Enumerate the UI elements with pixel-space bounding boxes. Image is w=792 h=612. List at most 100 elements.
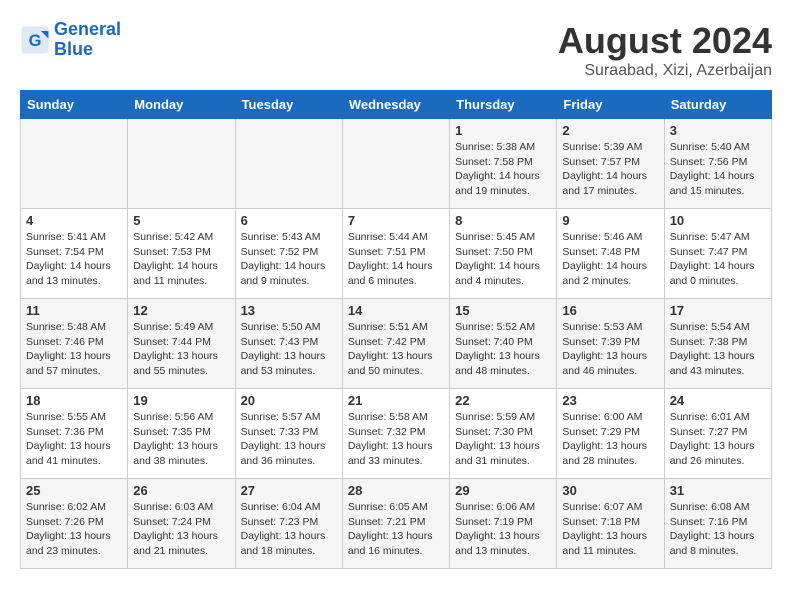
day-number: 31 [670,483,766,498]
day-number: 29 [455,483,551,498]
day-number: 11 [26,303,122,318]
day-number: 16 [562,303,658,318]
day-number: 14 [348,303,444,318]
calendar-cell: 15 Sunrise: 5:52 AMSunset: 7:40 PMDayligh… [450,299,557,389]
calendar-cell: 29 Sunrise: 6:06 AMSunset: 7:19 PMDayligh… [450,479,557,569]
calendar-cell: 27 Sunrise: 6:04 AMSunset: 7:23 PMDayligh… [235,479,342,569]
cell-text: Sunrise: 5:41 AMSunset: 7:54 PMDaylight:… [26,230,122,289]
calendar-cell: 20 Sunrise: 5:57 AMSunset: 7:33 PMDayligh… [235,389,342,479]
cell-text: Sunrise: 5:40 AMSunset: 7:56 PMDaylight:… [670,140,766,199]
calendar-cell: 24 Sunrise: 6:01 AMSunset: 7:27 PMDayligh… [664,389,771,479]
logo-general: General [54,19,121,39]
cell-text: Sunrise: 5:49 AMSunset: 7:44 PMDaylight:… [133,320,229,379]
calendar-cell: 23 Sunrise: 6:00 AMSunset: 7:29 PMDayligh… [557,389,664,479]
calendar-cell: 31Sunrise: 6:08 AMSunset: 7:16 PMDayligh… [664,479,771,569]
day-number: 10 [670,213,766,228]
day-number: 28 [348,483,444,498]
cell-text: Sunrise: 5:51 AMSunset: 7:42 PMDaylight:… [348,320,444,379]
cell-text: Sunrise: 5:53 AMSunset: 7:39 PMDaylight:… [562,320,658,379]
weekday-saturday: Saturday [664,91,771,119]
svg-text:G: G [29,32,42,50]
cell-text: Sunrise: 5:50 AMSunset: 7:43 PMDaylight:… [241,320,337,379]
calendar-cell [21,119,128,209]
calendar-cell: 7Sunrise: 5:44 AMSunset: 7:51 PMDaylight… [342,209,449,299]
cell-text: Sunrise: 6:01 AMSunset: 7:27 PMDaylight:… [670,410,766,469]
calendar-cell: 9 Sunrise: 5:46 AMSunset: 7:48 PMDaylight… [557,209,664,299]
day-number: 12 [133,303,229,318]
cell-text: Sunrise: 6:03 AMSunset: 7:24 PMDaylight:… [133,500,229,559]
day-number: 20 [241,393,337,408]
cell-text: Sunrise: 5:47 AMSunset: 7:47 PMDaylight:… [670,230,766,289]
cell-text: Sunrise: 5:43 AMSunset: 7:52 PMDaylight:… [241,230,337,289]
day-number: 2 [562,123,658,138]
cell-text: Sunrise: 5:57 AMSunset: 7:33 PMDaylight:… [241,410,337,469]
calendar-cell: 21 Sunrise: 5:58 AMSunset: 7:32 PMDayligh… [342,389,449,479]
cell-text: Sunrise: 6:02 AMSunset: 7:26 PMDaylight:… [26,500,122,559]
cell-text: Sunrise: 5:46 AMSunset: 7:48 PMDaylight:… [562,230,658,289]
calendar-cell: 22 Sunrise: 5:59 AMSunset: 7:30 PMDayligh… [450,389,557,479]
calendar-cell: 28 Sunrise: 6:05 AMSunset: 7:21 PMDayligh… [342,479,449,569]
calendar-cell: 2Sunrise: 5:39 AMSunset: 7:57 PMDaylight… [557,119,664,209]
calendar-cell: 8Sunrise: 5:45 AMSunset: 7:50 PMDaylight… [450,209,557,299]
cell-text: Sunrise: 5:44 AMSunset: 7:51 PMDaylight:… [348,230,444,289]
calendar-cell: 13 Sunrise: 5:50 AMSunset: 7:43 PMDayligh… [235,299,342,389]
cell-text: Sunrise: 6:07 AMSunset: 7:18 PMDaylight:… [562,500,658,559]
calendar-cell: 18 Sunrise: 5:55 AMSunset: 7:36 PMDayligh… [21,389,128,479]
cell-text: Sunrise: 5:55 AMSunset: 7:36 PMDaylight:… [26,410,122,469]
calendar-cell: 6Sunrise: 5:43 AMSunset: 7:52 PMDaylight… [235,209,342,299]
cell-text: Sunrise: 6:00 AMSunset: 7:29 PMDaylight:… [562,410,658,469]
weekday-tuesday: Tuesday [235,91,342,119]
day-number: 15 [455,303,551,318]
day-number: 27 [241,483,337,498]
day-number: 17 [670,303,766,318]
calendar-cell: 5Sunrise: 5:42 AMSunset: 7:53 PMDaylight… [128,209,235,299]
cell-text: Sunrise: 5:56 AMSunset: 7:35 PMDaylight:… [133,410,229,469]
weekday-thursday: Thursday [450,91,557,119]
day-number: 5 [133,213,229,228]
title-area: August 2024 Suraabad, Xizi, Azerbaijan [558,20,772,80]
calendar-table: SundayMondayTuesdayWednesdayThursdayFrid… [20,90,772,569]
calendar-cell [342,119,449,209]
logo-icon: G [20,25,50,55]
day-number: 30 [562,483,658,498]
calendar-cell: 1Sunrise: 5:38 AMSunset: 7:58 PMDaylight… [450,119,557,209]
weekday-monday: Monday [128,91,235,119]
day-number: 13 [241,303,337,318]
day-number: 22 [455,393,551,408]
weekday-friday: Friday [557,91,664,119]
calendar-cell: 11 Sunrise: 5:48 AMSunset: 7:46 PMDayligh… [21,299,128,389]
cell-text: Sunrise: 6:06 AMSunset: 7:19 PMDaylight:… [455,500,551,559]
location: Suraabad, Xizi, Azerbaijan [558,62,772,80]
calendar-cell [128,119,235,209]
day-number: 24 [670,393,766,408]
cell-text: Sunrise: 5:58 AMSunset: 7:32 PMDaylight:… [348,410,444,469]
week-row-3: 11 Sunrise: 5:48 AMSunset: 7:46 PMDayligh… [21,299,772,389]
cell-text: Sunrise: 5:54 AMSunset: 7:38 PMDaylight:… [670,320,766,379]
calendar-cell: 3 Sunrise: 5:40 AMSunset: 7:56 PMDaylight… [664,119,771,209]
cell-text: Sunrise: 6:04 AMSunset: 7:23 PMDaylight:… [241,500,337,559]
cell-text: Sunrise: 5:38 AMSunset: 7:58 PMDaylight:… [455,140,551,199]
logo-blue: Blue [54,39,93,59]
week-row-1: 1Sunrise: 5:38 AMSunset: 7:58 PMDaylight… [21,119,772,209]
cell-text: Sunrise: 5:59 AMSunset: 7:30 PMDaylight:… [455,410,551,469]
day-number: 18 [26,393,122,408]
day-number: 21 [348,393,444,408]
cell-text: Sunrise: 5:48 AMSunset: 7:46 PMDaylight:… [26,320,122,379]
day-number: 3 [670,123,766,138]
calendar-cell: 17 Sunrise: 5:54 AMSunset: 7:38 PMDayligh… [664,299,771,389]
day-number: 4 [26,213,122,228]
calendar-cell: 30 Sunrise: 6:07 AMSunset: 7:18 PMDayligh… [557,479,664,569]
weekday-header-row: SundayMondayTuesdayWednesdayThursdayFrid… [21,91,772,119]
day-number: 23 [562,393,658,408]
weekday-sunday: Sunday [21,91,128,119]
calendar-cell: 19Sunrise: 5:56 AMSunset: 7:35 PMDayligh… [128,389,235,479]
cell-text: Sunrise: 6:05 AMSunset: 7:21 PMDaylight:… [348,500,444,559]
week-row-4: 18 Sunrise: 5:55 AMSunset: 7:36 PMDayligh… [21,389,772,479]
cell-text: Sunrise: 5:52 AMSunset: 7:40 PMDaylight:… [455,320,551,379]
month-year: August 2024 [558,20,772,62]
weekday-wednesday: Wednesday [342,91,449,119]
logo: G General Blue [20,20,121,60]
calendar-cell: 25Sunrise: 6:02 AMSunset: 7:26 PMDayligh… [21,479,128,569]
day-number: 9 [562,213,658,228]
calendar-cell: 26Sunrise: 6:03 AMSunset: 7:24 PMDayligh… [128,479,235,569]
